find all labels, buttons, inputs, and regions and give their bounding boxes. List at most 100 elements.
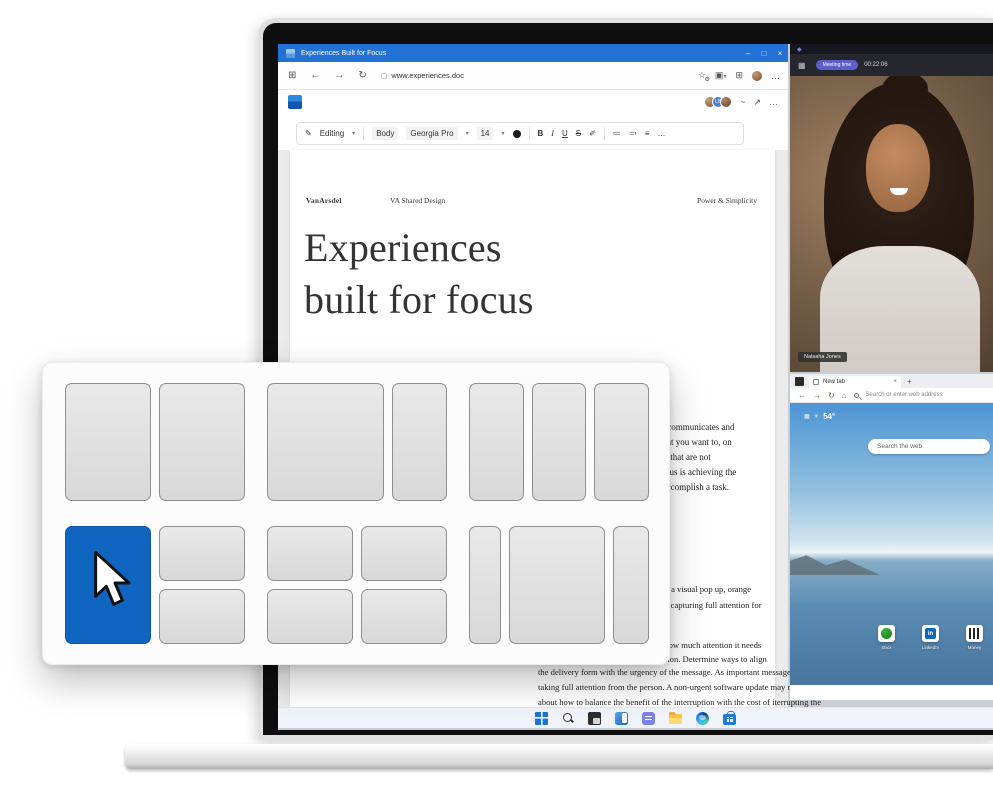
quick-tile-xbox[interactable]: Xbox	[878, 625, 895, 650]
minimize-button[interactable]: –	[740, 49, 756, 58]
refresh-icon[interactable]: ↻	[358, 70, 366, 81]
snap-cell[interactable]	[361, 526, 447, 581]
share-icon[interactable]: ↗	[753, 97, 761, 108]
body-line: taking full attention from the person. A…	[538, 682, 823, 692]
web-search-input[interactable]: Search the web	[868, 439, 990, 454]
participant-name-tag: Natasha Jones	[798, 352, 847, 362]
snap-cell[interactable]	[509, 526, 605, 644]
editing-mode-button[interactable]: Editing	[320, 129, 344, 138]
teams-control-bar: ▦ Meeting time 00:22:06	[790, 54, 993, 76]
browser-title-bar[interactable]: Experiences Built for Focus – □ ×	[278, 44, 788, 62]
document-subtitle: VA Shared Design	[390, 196, 445, 205]
bold-button[interactable]: B	[538, 129, 544, 138]
apps-grid-icon[interactable]: ⊞	[288, 70, 296, 81]
editing-pencil-icon: ✎	[305, 129, 312, 138]
toolbar-divider	[604, 127, 605, 140]
toolbar-divider	[529, 127, 530, 140]
highlight-pen-button[interactable]: ✐	[589, 129, 596, 138]
snap-cell[interactable]	[469, 383, 524, 501]
more-formatting-icon[interactable]: …	[657, 129, 665, 138]
snap-cell[interactable]	[594, 383, 649, 501]
edge-tab-bar: New tab × +	[790, 374, 993, 388]
font-color-button[interactable]	[513, 130, 521, 138]
browser-actions: ☆⚙ ▣▾ ⊞ …	[698, 70, 780, 81]
widgets-icon[interactable]	[615, 712, 628, 725]
word-app-icon[interactable]	[288, 95, 302, 109]
snap-cell[interactable]	[267, 383, 384, 501]
snap-cell[interactable]	[267, 589, 353, 644]
word-app-bar: LB ~ ↗ …	[278, 90, 788, 114]
italic-button[interactable]: I	[551, 129, 554, 138]
font-chevron-icon[interactable]: ▾	[466, 130, 469, 137]
tab-favicon	[813, 379, 819, 385]
snap-layout-quad	[267, 526, 447, 644]
back-icon[interactable]: ←	[798, 391, 806, 400]
collections-icon[interactable]: ⊞	[735, 70, 743, 81]
edge-browser-window: New tab × + ← → ↻ ⌂ Search or enter web …	[790, 374, 993, 700]
snap-cell[interactable]	[65, 383, 151, 501]
address-input[interactable]: Search or enter web address	[866, 392, 943, 398]
quick-tile-money[interactable]: Money	[966, 625, 983, 650]
bullet-list-button[interactable]: ≔	[613, 129, 621, 138]
new-tab-icon[interactable]: +	[907, 377, 912, 386]
snap-cell[interactable]	[159, 526, 245, 581]
close-button[interactable]: ×	[772, 49, 788, 58]
snap-cell[interactable]	[361, 589, 447, 644]
document-heading: Experiences built for focus	[304, 222, 534, 326]
snap-cell[interactable]	[159, 589, 245, 644]
refresh-icon[interactable]: ↻	[828, 391, 835, 400]
font-size-select[interactable]: 14	[477, 127, 494, 140]
collaboration-cluster: LB ~ ↗ …	[708, 96, 778, 108]
snap-cell[interactable]	[392, 383, 447, 501]
size-chevron-icon[interactable]: ▾	[501, 130, 504, 137]
collaborator-avatars[interactable]: LB	[708, 96, 732, 108]
grid-icon: ▦	[804, 413, 810, 420]
snap-cell[interactable]	[532, 383, 587, 501]
microsoft-store-icon[interactable]	[723, 714, 736, 725]
quick-tile-linkedin[interactable]: in LinkedIn	[922, 625, 939, 650]
back-icon[interactable]: ←	[310, 70, 320, 81]
quick-link-tiles: Xbox in LinkedIn Money	[878, 625, 983, 650]
snap-layout-three-columns	[469, 383, 649, 501]
edge-nav-bar: ← → ↻ ⌂ Search or enter web address	[790, 388, 993, 403]
start-button-icon[interactable]	[535, 712, 548, 725]
gallery-view-icon[interactable]: ▦	[798, 61, 806, 70]
heading-line-2: built for focus	[304, 274, 534, 326]
meeting-badge[interactable]: Meeting time	[816, 60, 859, 70]
teams-title-bar[interactable]: ◆	[790, 44, 993, 54]
activity-pulse-icon[interactable]: ~	[740, 97, 745, 107]
profile-avatar[interactable]	[752, 71, 762, 81]
maximize-button[interactable]: □	[756, 49, 772, 58]
underline-button[interactable]: U	[562, 129, 568, 138]
task-view-icon[interactable]	[588, 712, 601, 725]
strikethrough-button[interactable]: S	[576, 129, 581, 138]
editing-chevron-icon[interactable]: ▾	[352, 130, 355, 137]
snap-cell[interactable]	[159, 383, 245, 501]
forward-icon[interactable]: →	[813, 391, 821, 400]
app-menu-icon[interactable]: …	[769, 97, 778, 107]
style-select[interactable]: Body	[372, 127, 398, 140]
snap-cell[interactable]	[469, 526, 501, 644]
tab-close-icon[interactable]: ×	[893, 379, 897, 385]
font-select[interactable]: Georgia Pro	[406, 127, 457, 140]
browser-essentials-icon[interactable]: ▣▾	[715, 70, 727, 81]
linkedin-icon: in	[922, 625, 939, 642]
file-explorer-icon[interactable]	[669, 714, 682, 724]
snap-cell[interactable]	[267, 526, 353, 581]
snap-layout-center-wide	[469, 526, 649, 644]
edge-browser-icon[interactable]	[696, 712, 709, 725]
teams-chat-icon[interactable]	[642, 712, 655, 725]
windows-taskbar	[278, 707, 993, 728]
browser-menu-icon[interactable]: …	[771, 71, 780, 81]
align-button[interactable]: ≡	[645, 129, 650, 138]
browser-tab[interactable]: New tab ×	[809, 376, 901, 388]
home-icon[interactable]: ⌂	[842, 391, 847, 400]
tab-actions-icon[interactable]	[795, 377, 804, 386]
address-bar[interactable]: ▢ www.experiences.doc	[381, 71, 464, 80]
favorites-settings-icon[interactable]: ☆⚙	[698, 70, 706, 81]
snap-cell[interactable]	[613, 526, 649, 644]
numbered-list-button[interactable]: ≕	[629, 129, 637, 138]
forward-icon[interactable]: →	[334, 70, 344, 81]
weather-widget[interactable]: ▦ ☀ 54°	[804, 412, 835, 421]
search-icon[interactable]	[562, 712, 574, 724]
